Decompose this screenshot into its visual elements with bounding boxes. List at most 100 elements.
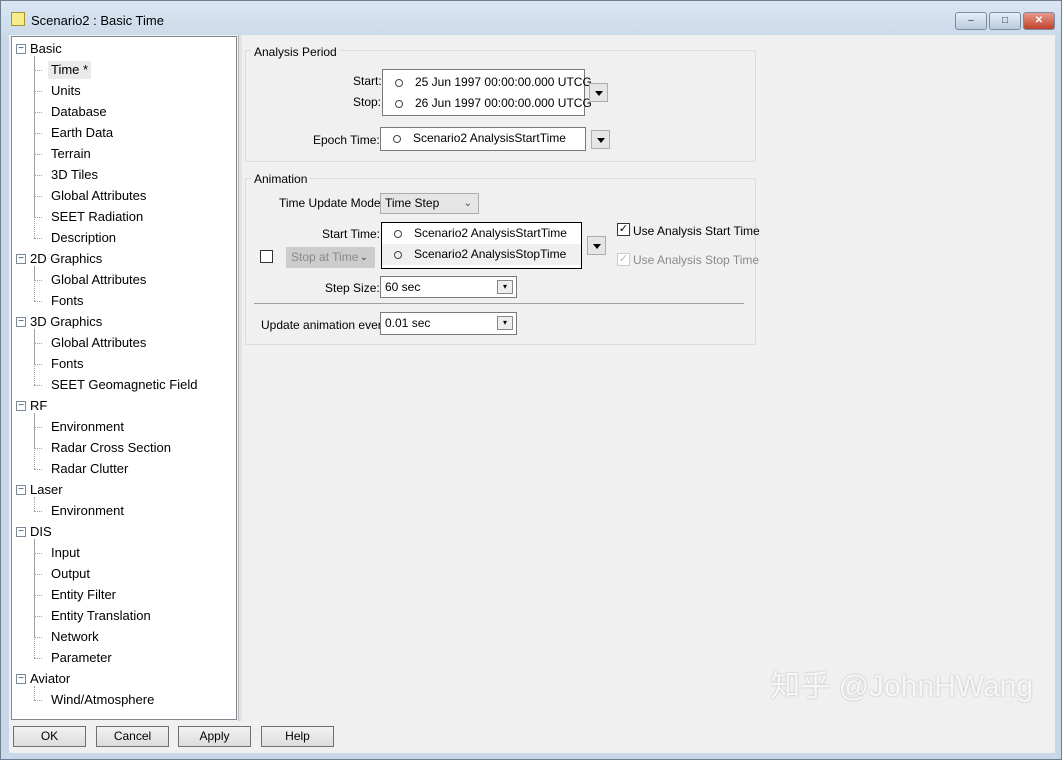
maximize-button[interactable]: □: [989, 12, 1021, 30]
title-bar: Scenario2 : Basic Time – □ ✕: [1, 1, 1061, 35]
chevron-down-icon: ⌄: [463, 198, 472, 209]
tree-category[interactable]: 3D Graphics: [30, 313, 102, 331]
use-analysis-stop-checkbox[interactable]: ✓: [617, 253, 630, 266]
tree-item[interactable]: Time *: [48, 61, 92, 79]
tree-connector: [34, 427, 42, 428]
tree-connector: [34, 343, 42, 344]
chevron-down-icon: ⌄: [359, 252, 368, 263]
collapse-icon[interactable]: −: [16, 674, 26, 684]
window-title: Scenario2 : Basic Time: [31, 13, 164, 28]
tree-item[interactable]: Entity Translation: [51, 607, 151, 625]
collapse-icon[interactable]: −: [16, 485, 26, 495]
tree-item[interactable]: Wind/Atmosphere: [51, 691, 154, 709]
tree-item[interactable]: Output: [51, 565, 90, 583]
time-update-mode-label: Time Update Mode:: [279, 196, 384, 210]
tree-category[interactable]: RF: [30, 397, 47, 415]
time-icon: [394, 230, 402, 238]
apply-button[interactable]: Apply: [178, 726, 251, 747]
tree-item[interactable]: Global Attributes: [51, 334, 146, 352]
tree-item[interactable]: Global Attributes: [51, 271, 146, 289]
tree-item[interactable]: Environment: [51, 418, 124, 436]
category-tree[interactable]: − Basic Time * Units Database Earth Data Terra…: [11, 36, 237, 720]
tree-connector: [34, 700, 42, 701]
tree-connector: [34, 616, 42, 617]
update-every-field[interactable]: 0.01 sec ▾: [380, 312, 517, 335]
epoch-field[interactable]: Scenario2 AnalysisStartTime: [380, 127, 586, 151]
tree-connector: [34, 637, 42, 638]
start-time-label: Start Time:: [322, 227, 381, 241]
stop-enable-checkbox[interactable]: [260, 250, 273, 263]
tree-item[interactable]: SEET Geomagnetic Field: [51, 376, 197, 394]
tree-connector: [34, 280, 42, 281]
tree-item[interactable]: 3D Tiles: [51, 166, 98, 184]
start-value: 25 Jun 1997 00:00:00.000 UTCG: [415, 75, 592, 89]
tree-item[interactable]: Radar Cross Section: [51, 439, 171, 457]
use-analysis-start-checkbox[interactable]: ✓: [617, 223, 630, 236]
animation-interval-dropdown[interactable]: [587, 236, 606, 255]
tree-item[interactable]: Units: [51, 82, 81, 100]
epoch-dropdown[interactable]: [591, 130, 610, 149]
tree-category[interactable]: Aviator: [30, 670, 70, 688]
analysis-interval-dropdown[interactable]: [589, 83, 608, 102]
tree-connector: [34, 238, 42, 239]
tree-connector: [34, 448, 42, 449]
tree-connector: [34, 301, 42, 302]
tree-item[interactable]: Fonts: [51, 355, 84, 373]
calculator-icon[interactable]: ▾: [497, 316, 513, 330]
anim-stop-value: Scenario2 AnalysisStopTime: [414, 247, 567, 261]
collapse-icon[interactable]: −: [16, 401, 26, 411]
tree-connector: [34, 574, 42, 575]
tree-item[interactable]: Parameter: [51, 649, 112, 667]
anim-start-value: Scenario2 AnalysisStartTime: [414, 226, 567, 240]
use-analysis-stop-label: Use Analysis Stop Time: [633, 253, 760, 267]
tree-connector: [34, 329, 35, 385]
collapse-icon[interactable]: −: [16, 527, 26, 537]
tree-item[interactable]: Database: [51, 103, 107, 121]
step-size-field[interactable]: 60 sec ▾: [380, 276, 517, 298]
tree-item[interactable]: SEET Radiation: [51, 208, 143, 226]
collapse-icon[interactable]: −: [16, 44, 26, 54]
tree-category[interactable]: 2D Graphics: [30, 250, 102, 268]
tree-connector: [34, 658, 42, 659]
tree-connector: [34, 175, 42, 176]
tree-connector: [34, 217, 42, 218]
stop-label: Stop:: [353, 95, 382, 109]
help-button[interactable]: Help: [261, 726, 334, 747]
tree-item[interactable]: Earth Data: [51, 124, 113, 142]
divider: [254, 303, 744, 304]
tree-item[interactable]: Entity Filter: [51, 586, 116, 604]
tree-item[interactable]: Global Attributes: [51, 187, 146, 205]
cancel-button[interactable]: Cancel: [96, 726, 169, 747]
time-icon: [394, 251, 402, 259]
collapse-icon[interactable]: −: [16, 317, 26, 327]
step-size-value: 60 sec: [385, 280, 421, 294]
analysis-interval-field[interactable]: 25 Jun 1997 00:00:00.000 UTCG 26 Jun 199…: [382, 69, 592, 116]
update-every-label: Update animation every:: [261, 318, 392, 332]
animation-interval-field[interactable]: Scenario2 AnalysisStartTime Scenario2 An…: [381, 222, 582, 269]
minimize-button[interactable]: –: [955, 12, 987, 30]
watermark: 知乎 @JohnHWang: [770, 670, 1033, 703]
tree-connector: [34, 364, 42, 365]
tree-item[interactable]: Network: [51, 628, 99, 646]
ok-button[interactable]: OK: [13, 726, 86, 747]
time-update-mode-select[interactable]: Time Step ⌄: [380, 193, 479, 214]
update-every-value: 0.01 sec: [385, 316, 431, 330]
mode-value: Time Step: [385, 196, 440, 210]
use-analysis-start-label: Use Analysis Start Time: [633, 224, 760, 238]
animation-title: Animation: [251, 172, 311, 186]
tree-connector: [34, 56, 35, 238]
stop-mode-select[interactable]: Stop at Time ⌄: [286, 247, 375, 268]
collapse-icon[interactable]: −: [16, 254, 26, 264]
close-button[interactable]: ✕: [1023, 12, 1055, 30]
tree-item[interactable]: Radar Clutter: [51, 460, 128, 478]
tree-item[interactable]: Description: [51, 229, 116, 247]
stop-mode-value: Stop at Time: [291, 250, 359, 264]
tree-item[interactable]: Environment: [51, 502, 124, 520]
calculator-icon[interactable]: ▾: [497, 280, 513, 294]
tree-item[interactable]: Terrain: [51, 145, 91, 163]
splitter[interactable]: [238, 35, 242, 721]
tree-item[interactable]: Fonts: [51, 292, 84, 310]
epoch-value: Scenario2 AnalysisStartTime: [413, 131, 566, 145]
tree-item[interactable]: Input: [51, 544, 80, 562]
tree-connector: [34, 686, 35, 700]
